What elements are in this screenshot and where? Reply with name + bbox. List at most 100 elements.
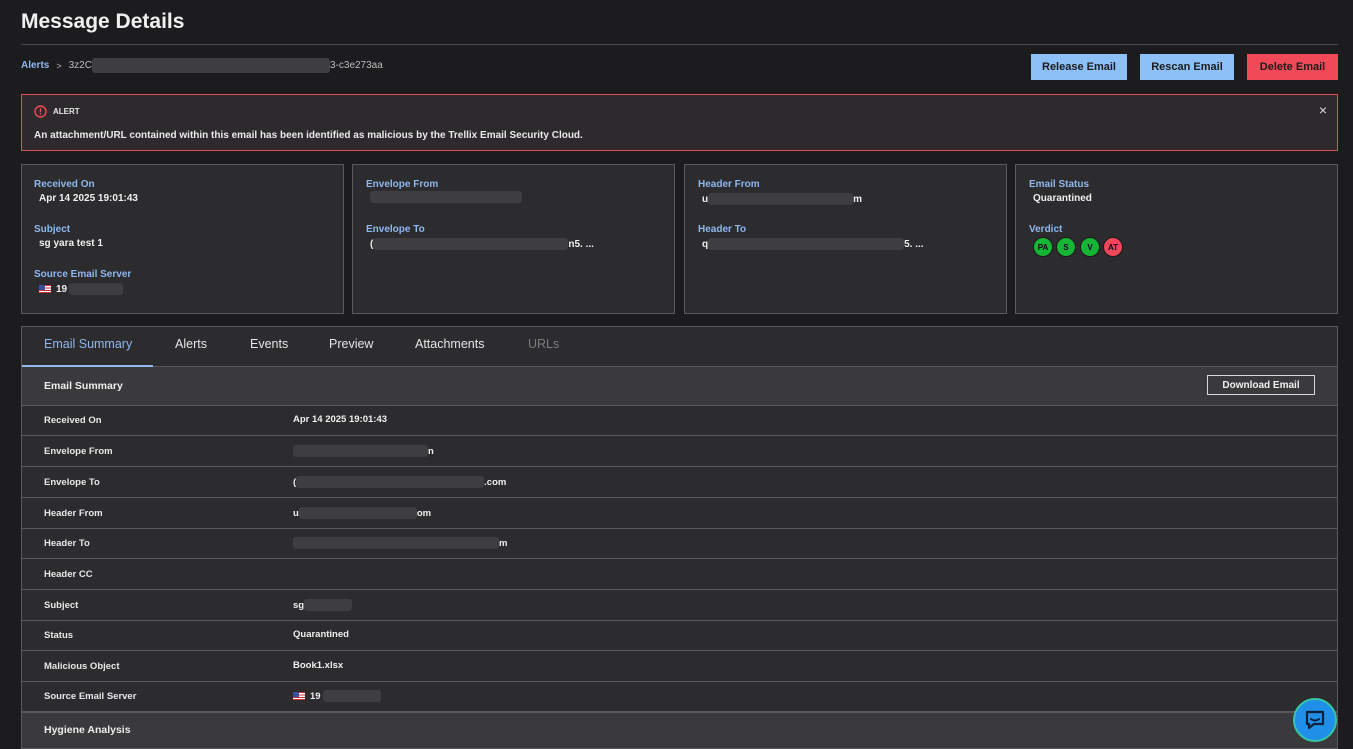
table-row: Source Email Server 19 — [22, 681, 1337, 712]
breadcrumb-separator: > — [56, 60, 62, 71]
close-icon[interactable]: × — [1319, 102, 1327, 118]
table-row: Subject sg — [22, 590, 1337, 621]
row-value: n — [293, 445, 434, 457]
row-key: Subject — [44, 600, 79, 611]
row-value-text: n — [428, 445, 434, 457]
redacted-block — [298, 507, 417, 519]
subject-value: sg yara test 1 — [39, 238, 103, 249]
table-row: Header CC — [22, 559, 1337, 590]
row-value-text: Book1.xlsx — [293, 660, 344, 671]
table-row: Status Quarantined — [22, 620, 1337, 651]
release-email-button[interactable]: Release Email — [1031, 54, 1127, 80]
redacted-block — [708, 193, 854, 205]
row-key: Header CC — [44, 569, 93, 580]
tab-email-summary[interactable]: Email Summary — [44, 337, 132, 351]
row-key: Source Email Server — [44, 691, 137, 702]
source-server-value: 19 — [39, 283, 124, 295]
tab-alerts[interactable]: Alerts — [175, 337, 207, 351]
tab-attachments[interactable]: Attachments — [415, 337, 484, 351]
email-summary-title: Email Summary — [44, 380, 123, 392]
tab-events[interactable]: Events — [250, 337, 288, 351]
subject-label: Subject — [34, 224, 71, 235]
header-to-value: q 5. ... — [702, 238, 924, 250]
envelope-from-label: Envelope From — [366, 179, 439, 190]
row-value: 19 — [293, 690, 381, 702]
redacted-block — [373, 238, 569, 250]
breadcrumb: Alerts > 3z2C 3-c3e273aa — [21, 58, 383, 73]
breadcrumb-alerts-link[interactable]: Alerts — [21, 60, 49, 71]
envelope-from-value — [370, 191, 522, 203]
row-value-text: u — [293, 507, 299, 519]
tab-bar: Email Summary Alerts Events Preview Atta… — [22, 327, 1337, 367]
table-row: Header To m — [22, 528, 1337, 559]
message-id-suffix: 3-c3e273aa — [329, 60, 383, 72]
row-value: sg — [293, 599, 353, 611]
email-status-value: Quarantined — [1033, 193, 1092, 204]
row-key: Header From — [44, 508, 103, 519]
us-flag-icon — [293, 692, 305, 700]
email-status-label: Email Status — [1029, 179, 1090, 190]
envelope-card: Envelope From Envelope To (n5. ... — [352, 164, 675, 314]
row-value-text: om — [416, 507, 432, 519]
verdict-badge-at: AT — [1103, 237, 1123, 257]
verdict-badge-v: V — [1080, 237, 1100, 257]
row-value-text: Quarantined — [293, 629, 349, 640]
redacted-block — [69, 283, 124, 295]
email-summary-header: Email Summary Download Email — [22, 367, 1337, 406]
header-from-value: um — [702, 193, 862, 205]
table-row: Malicious Object Book1.xlsx — [22, 651, 1337, 682]
row-value-text: 19 — [310, 690, 321, 702]
row-key: Malicious Object — [44, 661, 120, 672]
row-key: Status — [44, 630, 74, 641]
row-value-text: sg — [293, 599, 305, 611]
redacted-block — [708, 238, 905, 250]
redacted-block — [322, 690, 381, 702]
chat-support-button[interactable] — [1293, 698, 1337, 742]
us-flag-icon — [39, 285, 51, 293]
row-value: u om — [293, 507, 431, 519]
header-from-label: Header From — [698, 179, 760, 190]
table-row: Received On Apr 14 2025 19:01:43 — [22, 405, 1337, 436]
envelope-to-label: Envelope To — [366, 224, 425, 235]
row-value: m — [293, 537, 507, 549]
row-value: Apr 14 2025 19:01:43 — [293, 414, 387, 425]
hygiene-analysis-title: Hygiene Analysis — [44, 724, 131, 736]
row-value-text: .com — [484, 476, 507, 488]
alert-heading: ALERT — [53, 107, 80, 116]
redacted-block — [370, 191, 522, 203]
message-id: 3z2C 3-c3e273aa — [69, 58, 383, 73]
details-panel: Email Summary Alerts Events Preview Atta… — [21, 326, 1338, 749]
redacted-block — [296, 476, 485, 488]
download-email-button[interactable]: Download Email — [1207, 375, 1315, 395]
envelope-to-value: (n5. ... — [370, 238, 594, 250]
table-row: Header From u om — [22, 498, 1337, 529]
source-server-text: 19 — [56, 283, 68, 295]
row-key: Envelope From — [44, 446, 113, 457]
alert-banner: ALERT An attachment/URL contained within… — [21, 94, 1338, 151]
header-card: Header From um Header To q 5. ... — [684, 164, 1007, 314]
header-from-suffix: m — [853, 193, 863, 205]
envelope-to-suffix: n5. ... — [568, 238, 594, 250]
redacted-block — [91, 58, 330, 73]
received-on-label: Received On — [34, 179, 95, 190]
row-value: Quarantined — [293, 629, 349, 640]
row-value-text: Apr 14 2025 19:01:43 — [293, 414, 388, 425]
alert-circle-icon — [34, 105, 47, 118]
message-id-prefix: 3z2C — [68, 60, 92, 72]
source-server-label: Source Email Server — [34, 269, 132, 280]
verdict-label: Verdict — [1029, 224, 1063, 235]
chat-icon — [1305, 710, 1325, 730]
row-key: Envelope To — [44, 477, 100, 488]
rescan-email-button[interactable]: Rescan Email — [1140, 54, 1234, 80]
tab-preview[interactable]: Preview — [329, 337, 373, 351]
redacted-block — [293, 445, 428, 457]
received-on-value: Apr 14 2025 19:01:43 — [39, 193, 138, 204]
row-value: (.com — [293, 476, 506, 488]
table-row: Envelope From n — [22, 436, 1337, 467]
tab-urls: URLs — [528, 337, 560, 351]
row-value-text: m — [499, 537, 508, 549]
redacted-block — [304, 599, 353, 611]
delete-email-button[interactable]: Delete Email — [1247, 54, 1338, 80]
header-to-label: Header To — [698, 224, 747, 235]
verdict-badge-pa: PA — [1033, 237, 1053, 257]
